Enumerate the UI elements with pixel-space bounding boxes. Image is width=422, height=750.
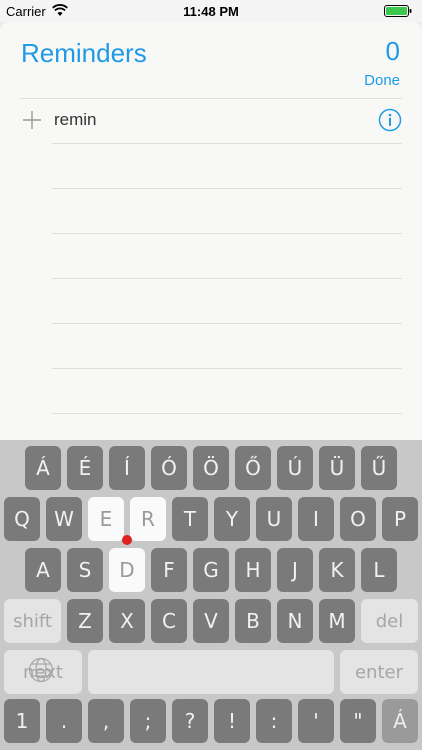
key-g[interactable]: G [193,548,229,592]
key-l[interactable]: L [361,548,397,592]
key-u-double-acute[interactable]: Ű [361,446,397,490]
key-d[interactable]: D [109,548,145,592]
key-apostrophe[interactable]: ' [298,699,334,743]
key-v[interactable]: V [193,599,229,643]
divider [52,188,402,189]
page-title: Reminders [21,38,147,68]
info-icon[interactable] [378,108,402,132]
key-m[interactable]: M [319,599,355,643]
key-question[interactable]: ? [172,699,208,743]
app-screen: Carrier 11:48 PM Reminders 0 Done remin [0,0,422,750]
key-y[interactable]: Y [214,497,250,541]
done-button[interactable]: Done [364,72,400,89]
key-n[interactable]: N [277,599,313,643]
touch-indicator [122,535,132,545]
key-u-acute[interactable]: Ú [277,446,313,490]
key-u[interactable]: U [256,497,292,541]
reminder-count: 0 [385,36,400,66]
shift-key[interactable]: shift [4,599,61,643]
key-o-double-acute[interactable]: Ő [235,446,271,490]
divider [52,278,402,279]
plus-icon[interactable] [22,110,42,130]
reminders-card: Reminders 0 Done remin [0,22,422,442]
enter-key[interactable]: enter [340,650,418,694]
key-p[interactable]: P [382,497,418,541]
key-i[interactable]: I [298,497,334,541]
status-bar: Carrier 11:48 PM [0,0,422,22]
divider [52,413,402,414]
key-c[interactable]: C [151,599,187,643]
key-quote[interactable]: " [340,699,376,743]
next-key-label: next [23,661,63,683]
divider [52,233,402,234]
key-comma[interactable]: , [88,699,124,743]
key-a-acute-alt[interactable]: Á [382,699,418,743]
key-period[interactable]: . [46,699,82,743]
key-x[interactable]: X [109,599,145,643]
divider [52,323,402,324]
key-u-umlaut[interactable]: Ü [319,446,355,490]
key-q[interactable]: Q [4,497,40,541]
key-r[interactable]: R [130,497,166,541]
key-f[interactable]: F [151,548,187,592]
divider [20,98,402,99]
reminder-item-input[interactable]: remin [54,110,97,130]
key-t[interactable]: T [172,497,208,541]
key-b[interactable]: B [235,599,271,643]
key-z[interactable]: Z [67,599,103,643]
key-j[interactable]: J [277,548,313,592]
key-o[interactable]: O [340,497,376,541]
key-o-acute[interactable]: Ó [151,446,187,490]
key-w[interactable]: W [46,497,82,541]
divider [52,368,402,369]
battery-icon [384,5,412,17]
key-exclamation[interactable]: ! [214,699,250,743]
key-colon[interactable]: : [256,699,292,743]
key-i-acute[interactable]: Í [109,446,145,490]
key-k[interactable]: K [319,548,355,592]
status-time: 11:48 PM [183,4,239,19]
key-o-umlaut[interactable]: Ö [193,446,229,490]
delete-key[interactable]: del [361,599,418,643]
key-1[interactable]: 1 [4,699,40,743]
key-a[interactable]: A [25,548,61,592]
key-semicolon[interactable]: ; [130,699,166,743]
space-key[interactable] [88,650,334,694]
key-e-acute[interactable]: É [67,446,103,490]
key-h[interactable]: H [235,548,271,592]
divider [52,143,402,144]
key-s[interactable]: S [67,548,103,592]
key-a-acute[interactable]: Á [25,446,61,490]
key-e[interactable]: E [88,497,124,541]
